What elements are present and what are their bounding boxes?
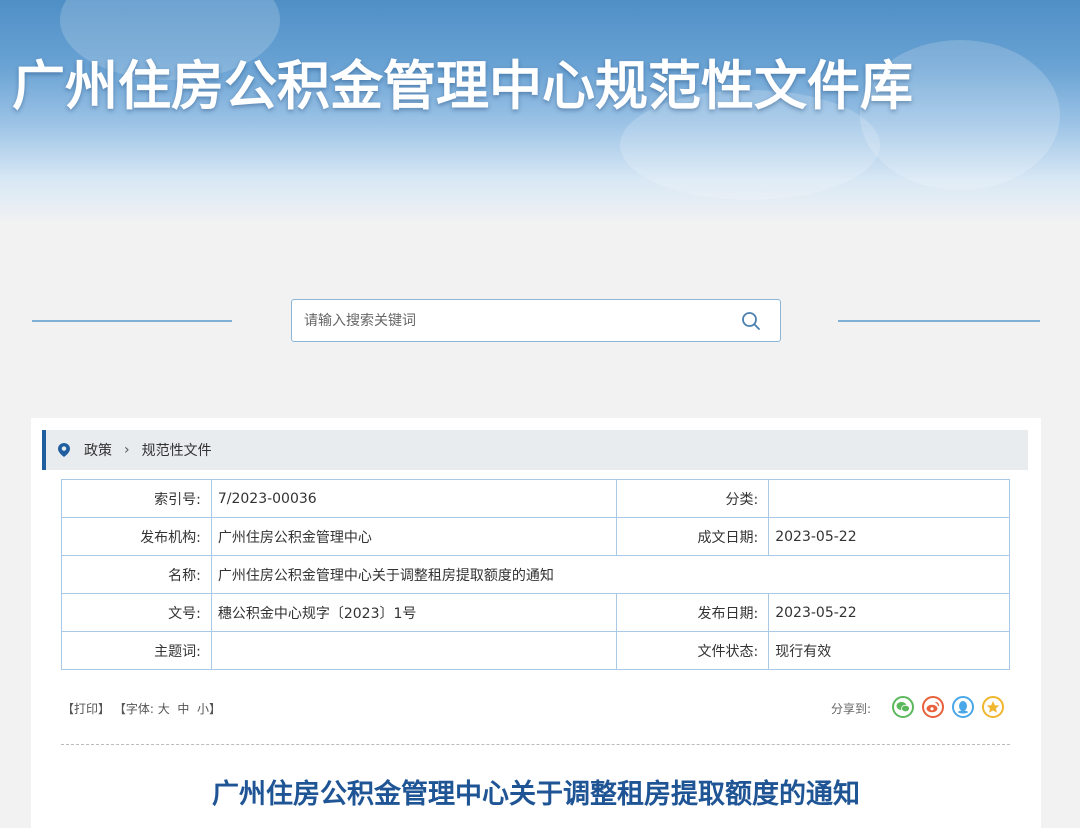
- keywords-value: [210, 631, 618, 670]
- weibo-icon[interactable]: [922, 696, 944, 718]
- publisher-label: 发布机构:: [61, 517, 212, 556]
- breadcrumb-link-normative-docs[interactable]: 规范性文件: [142, 440, 212, 460]
- category-label: 分类:: [616, 479, 770, 518]
- font-large-link[interactable]: 大: [158, 702, 170, 716]
- qzone-icon[interactable]: [982, 696, 1004, 718]
- doc-number-label: 文号:: [61, 593, 212, 632]
- category-value: [768, 479, 1010, 518]
- breadcrumb-link-policy[interactable]: 政策: [84, 440, 112, 460]
- table-row: 发布机构: 广州住房公积金管理中心 成文日期: 2023-05-22: [61, 517, 1010, 556]
- font-size-suffix: 】: [209, 702, 222, 716]
- table-row: 主题词: 文件状态: 现行有效: [61, 631, 1010, 670]
- search-divider-right: [838, 320, 1040, 322]
- document-title: 广州住房公积金管理中心关于调整租房提取额度的通知: [212, 779, 860, 810]
- share-label: 分享到:: [831, 702, 872, 716]
- font-size-prefix: 【字体:: [113, 702, 154, 716]
- name-value: 广州住房公积金管理中心关于调整租房提取额度的通知: [210, 555, 1011, 594]
- publisher-value: 广州住房公积金管理中心: [210, 517, 618, 556]
- index-label: 索引号:: [61, 479, 212, 518]
- breadcrumb: 政策 › 规范性文件: [42, 430, 1028, 470]
- header-banner: 广州住房公积金管理中心规范性文件库: [0, 0, 1080, 225]
- document-meta-table: 索引号: 7/2023-00036 分类: 发布机构: 广州住房公积金管理中心 …: [61, 479, 1011, 670]
- print-link[interactable]: 【打印】: [62, 702, 110, 716]
- publish-date-value: 2023-05-22: [768, 593, 1010, 632]
- publish-date-label: 发布日期:: [616, 593, 770, 632]
- written-date-value: 2023-05-22: [768, 517, 1010, 556]
- wechat-icon[interactable]: [892, 696, 914, 718]
- site-title: 广州住房公积金管理中心规范性文件库: [12, 56, 913, 117]
- written-date-label: 成文日期:: [616, 517, 770, 556]
- qq-icon[interactable]: [952, 696, 974, 718]
- location-pin-icon: [58, 443, 70, 457]
- name-label: 名称:: [61, 555, 212, 594]
- index-value: 7/2023-00036: [210, 479, 618, 518]
- search-input[interactable]: [304, 300, 724, 341]
- tool-links: 【打印】 【字体: 大 中 小】: [62, 700, 221, 717]
- search-divider-left: [32, 320, 232, 322]
- status-label: 文件状态:: [616, 631, 770, 670]
- table-row: 索引号: 7/2023-00036 分类:: [61, 479, 1010, 518]
- doc-number-value: 穗公积金中心规字〔2023〕1号: [210, 593, 618, 632]
- font-small-link[interactable]: 小: [197, 702, 209, 716]
- table-row: 文号: 穗公积金中心规字〔2023〕1号 发布日期: 2023-05-22: [61, 593, 1010, 632]
- search-box: [291, 299, 781, 342]
- chevron-right-icon: ›: [124, 442, 130, 458]
- font-medium-link[interactable]: 中: [177, 702, 189, 716]
- search-icon[interactable]: [741, 311, 761, 331]
- status-value: 现行有效: [768, 631, 1010, 670]
- keywords-label: 主题词:: [61, 631, 212, 670]
- table-row: 名称: 广州住房公积金管理中心关于调整租房提取额度的通知: [61, 555, 1011, 594]
- divider: [61, 744, 1010, 745]
